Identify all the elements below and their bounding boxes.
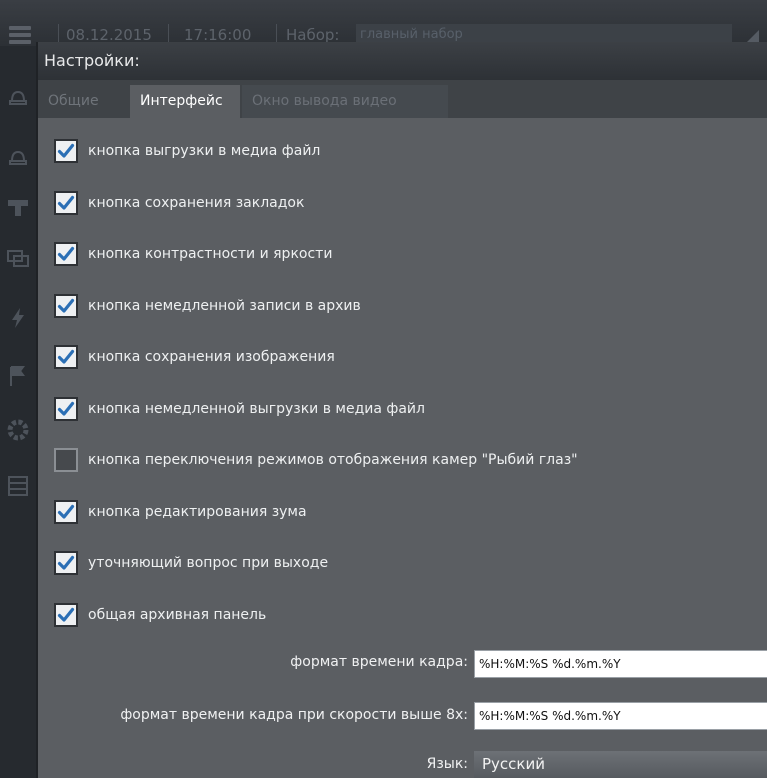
gear-icon[interactable] — [6, 418, 30, 442]
checkmark-icon — [57, 298, 75, 313]
tab-bar: Общие Интерфейс Окно вывода видео — [38, 80, 767, 118]
lightning-icon[interactable] — [6, 306, 30, 330]
option-label: общая архивная панель — [88, 607, 267, 623]
tab-general[interactable]: Общие — [38, 85, 128, 118]
background-sidebar — [0, 46, 36, 778]
option-label: кнопка переключения режимов отображения … — [88, 452, 578, 468]
language-select[interactable]: Русский — [474, 751, 767, 778]
option-row[interactable]: уточняющий вопрос при выходе — [54, 546, 328, 580]
checkbox[interactable] — [54, 397, 78, 421]
checkmark-icon — [57, 401, 75, 416]
option-label: кнопка контрастности и яркости — [88, 246, 333, 262]
option-label: кнопка сохранения изображения — [88, 349, 335, 365]
settings-dialog: Настройки: Общие Интерфейс Окно вывода в… — [36, 42, 767, 778]
option-row[interactable]: общая архивная панель — [54, 598, 266, 632]
option-label: кнопка сохранения закладок — [88, 195, 305, 211]
checkbox[interactable] — [54, 242, 78, 266]
checkbox[interactable] — [54, 345, 78, 369]
frame-time-format-label: формат времени кадра: — [290, 654, 468, 670]
option-label: уточняющий вопрос при выходе — [88, 555, 329, 571]
option-row[interactable]: кнопка выгрузки в медиа файл — [54, 134, 320, 168]
option-row[interactable]: кнопка переключения режимов отображения … — [54, 443, 578, 477]
checkmark-icon — [57, 246, 75, 261]
dialog-title: Настройки: — [38, 42, 767, 80]
alarm-icon[interactable] — [6, 144, 30, 168]
flag-icon[interactable] — [6, 364, 30, 388]
frame-time-format-fast-label: формат времени кадра при скорости выше 8… — [120, 707, 468, 723]
option-row[interactable]: кнопка немедленной выгрузки в медиа файл — [54, 392, 425, 426]
option-label: кнопка немедленной выгрузки в медиа файл — [88, 401, 425, 417]
checkbox[interactable] — [54, 191, 78, 215]
screens-icon[interactable] — [6, 246, 30, 270]
frame-time-format-input[interactable] — [474, 650, 767, 678]
option-label: кнопка немедленной записи в архив — [88, 298, 361, 314]
checkmark-icon — [57, 349, 75, 364]
background-toolbar: 08.12.2015 17:16:00 Набор: главный набор — [0, 0, 767, 46]
checkbox[interactable] — [54, 139, 78, 163]
stamp-icon[interactable] — [6, 196, 30, 220]
checkbox[interactable] — [54, 551, 78, 575]
option-label: кнопка редактирования зума — [88, 504, 307, 520]
alarm-icon[interactable] — [6, 84, 30, 108]
checkmark-icon — [57, 143, 75, 158]
option-row[interactable]: кнопка сохранения закладок — [54, 186, 304, 220]
checkbox[interactable] — [54, 500, 78, 524]
checkmark-icon — [57, 555, 75, 570]
tab-interface[interactable]: Интерфейс — [130, 85, 240, 118]
tab-video-output-window[interactable]: Окно вывода видео — [242, 85, 448, 118]
checkbox[interactable] — [54, 448, 78, 472]
checkmark-icon — [57, 607, 75, 622]
option-row[interactable]: кнопка сохранения изображения — [54, 340, 335, 374]
language-label: Язык: — [426, 756, 468, 772]
checkmark-icon — [57, 195, 75, 210]
option-label: кнопка выгрузки в медиа файл — [88, 143, 321, 159]
checkbox[interactable] — [54, 603, 78, 627]
option-row[interactable]: кнопка редактирования зума — [54, 495, 307, 529]
archive-icon[interactable] — [6, 474, 30, 498]
option-row[interactable]: кнопка немедленной записи в архив — [54, 289, 361, 323]
checkmark-icon — [57, 504, 75, 519]
checkbox[interactable] — [54, 294, 78, 318]
menu-icon[interactable] — [9, 26, 31, 44]
frame-time-format-fast-input[interactable] — [474, 702, 767, 730]
option-row[interactable]: кнопка контрастности и яркости — [54, 237, 332, 271]
